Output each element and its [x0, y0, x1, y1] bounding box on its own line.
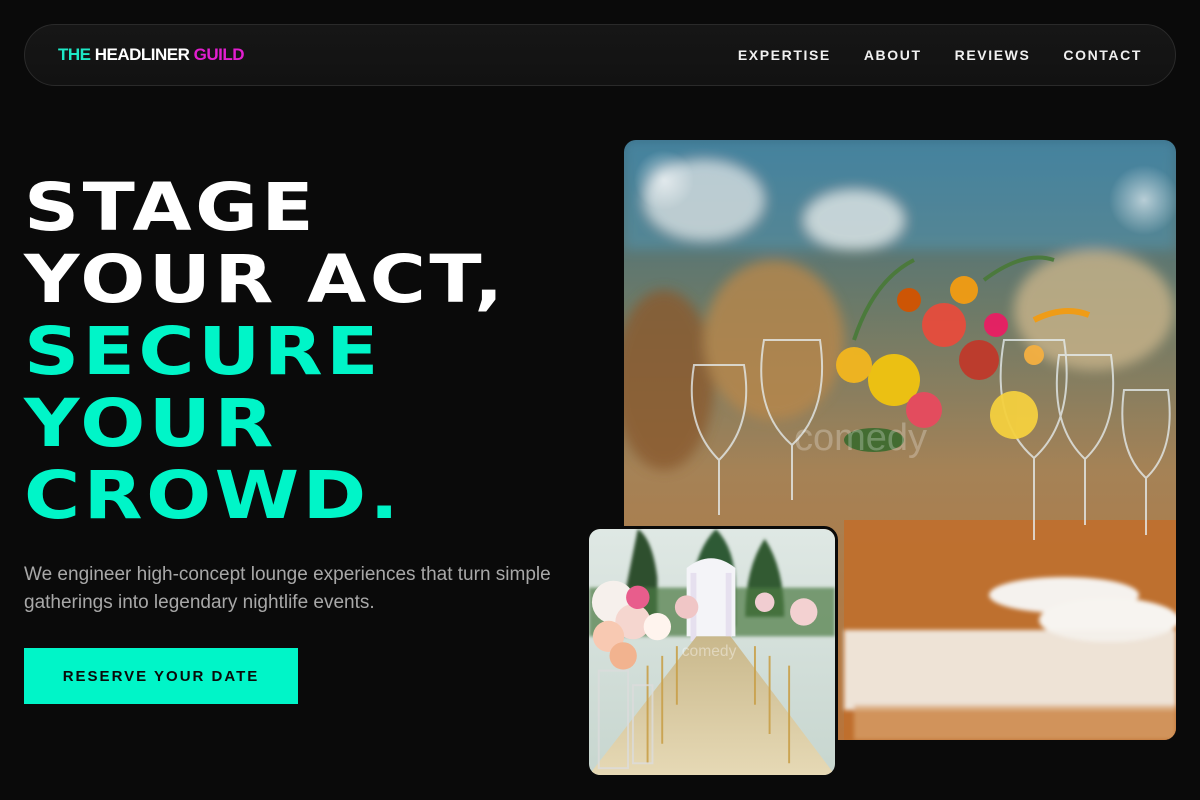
brand-logo[interactable]: THE HEADLINER GUILD	[58, 45, 245, 65]
nav-link-expertise[interactable]: EXPERTISE	[738, 47, 831, 63]
nav-link-about[interactable]: ABOUT	[864, 47, 922, 63]
hero-title-line-3: SECURE	[24, 313, 382, 390]
hero-title: STAGE YOUR ACT, SECURE YOUR CROWD.	[24, 172, 674, 532]
nav-link-contact[interactable]: CONTACT	[1063, 47, 1142, 63]
hero-title-line-4: YOUR	[24, 385, 277, 462]
nav-link-reviews[interactable]: REVIEWS	[955, 47, 1031, 63]
top-navbar: THE HEADLINER GUILD EXPERTISE ABOUT REVI…	[24, 24, 1176, 86]
hero-title-line-5: CROWD.	[24, 457, 403, 534]
hero-title-line-2: YOUR ACT,	[24, 241, 507, 318]
outdoor-wedding-aisle-image: comedy	[589, 529, 835, 775]
brand-word-the: THE	[58, 45, 91, 64]
outdoor-wedding-aisle-photo: comedy	[586, 526, 838, 778]
hero-subtitle: We engineer high-concept lounge experien…	[24, 564, 551, 613]
nav-links: EXPERTISE ABOUT REVIEWS CONTACT	[705, 47, 1142, 63]
watermark-text-small: comedy	[682, 643, 737, 660]
watermark-text: comedy	[794, 417, 927, 459]
brand-word-headliner: HEADLINER	[94, 45, 190, 64]
reserve-date-button[interactable]: RESERVE YOUR DATE	[24, 648, 298, 704]
brand-word-guild: GUILD	[193, 45, 245, 64]
hero-title-line-1: STAGE	[24, 169, 318, 246]
